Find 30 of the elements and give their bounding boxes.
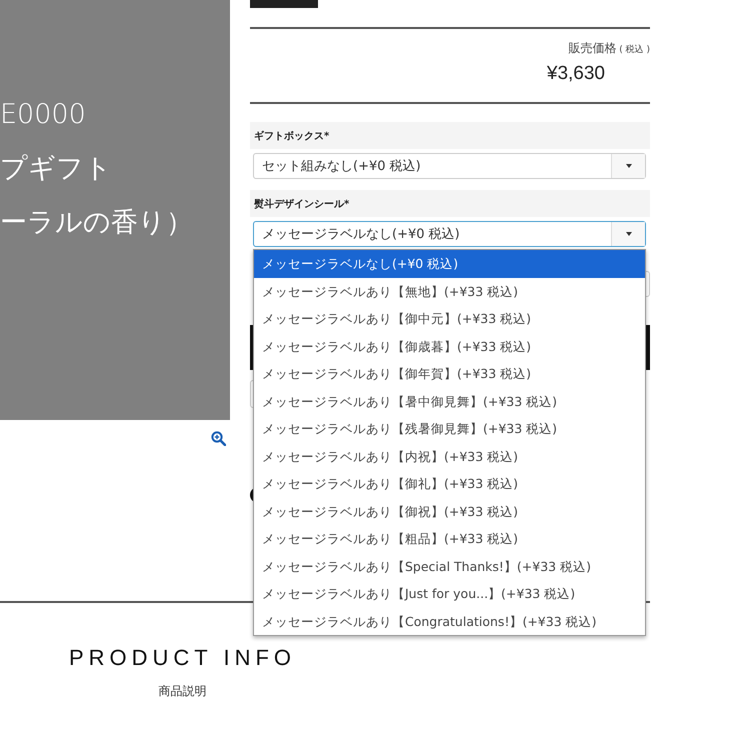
section-title: PRODUCT INFO: [68, 645, 298, 671]
section-subtitle: 商品説明: [158, 683, 208, 700]
select-field[interactable]: セット組みなし(+¥0 税込): [253, 153, 646, 179]
dropdown-option[interactable]: メッセージラベルあり【暑中御見舞】(+¥33 税込): [254, 388, 645, 415]
dropdown-option[interactable]: メッセージラベルあり【Congratulations!】(+¥33 税込): [254, 608, 645, 635]
dropdown-option[interactable]: メッセージラベルなし(+¥0 税込): [254, 250, 645, 278]
product-title-line: プギフト: [0, 152, 112, 186]
badge: [250, 0, 318, 8]
price-label: 販売価格: [568, 41, 616, 55]
dropdown-option[interactable]: メッセージラベルあり【内祝】(+¥33 税込): [254, 442, 645, 470]
caret-icon: [626, 164, 632, 168]
dropdown-option[interactable]: メッセージラベルあり【御年賀】(+¥33 税込): [254, 360, 645, 388]
dropdown-option[interactable]: メッセージラベルあり【Special Thanks!】(+¥33 税込): [254, 552, 645, 580]
tax-note: ( 税込 ): [619, 45, 650, 55]
dropdown-option[interactable]: メッセージラベルあり【御中元】(+¥33 税込): [254, 305, 645, 332]
caret-icon: [626, 232, 632, 236]
dropdown-option[interactable]: メッセージラベルあり【Just for you...】(+¥33 税込): [254, 580, 645, 608]
select-field[interactable]: メッセージラベルなし(+¥0 税込): [253, 221, 646, 247]
option-label: ギフトボックス*: [250, 122, 650, 149]
zoom-in-icon[interactable]: [211, 431, 226, 446]
dropdown-option[interactable]: メッセージラベルあり【御礼】(+¥33 税込): [254, 470, 645, 498]
product-title-line: E0000: [0, 98, 86, 132]
option-label: 熨斗デザインシール*: [250, 190, 650, 217]
dropdown-option[interactable]: メッセージラベルあり【粗品】(+¥33 税込): [254, 525, 645, 552]
dropdown-option[interactable]: メッセージラベルあり【残暑御見舞】(+¥33 税込): [254, 415, 645, 442]
dropdown-option[interactable]: メッセージラベルあり【御歳暮】(+¥33 税込): [254, 332, 645, 360]
price: ¥3,630: [546, 63, 606, 85]
product-title-line: ーラルの香り）: [0, 206, 193, 240]
dropdown-option[interactable]: メッセージラベルあり【無地】(+¥33 税込): [254, 278, 645, 305]
dropdown-option[interactable]: メッセージラベルあり【御祝】(+¥33 税込): [254, 498, 645, 525]
